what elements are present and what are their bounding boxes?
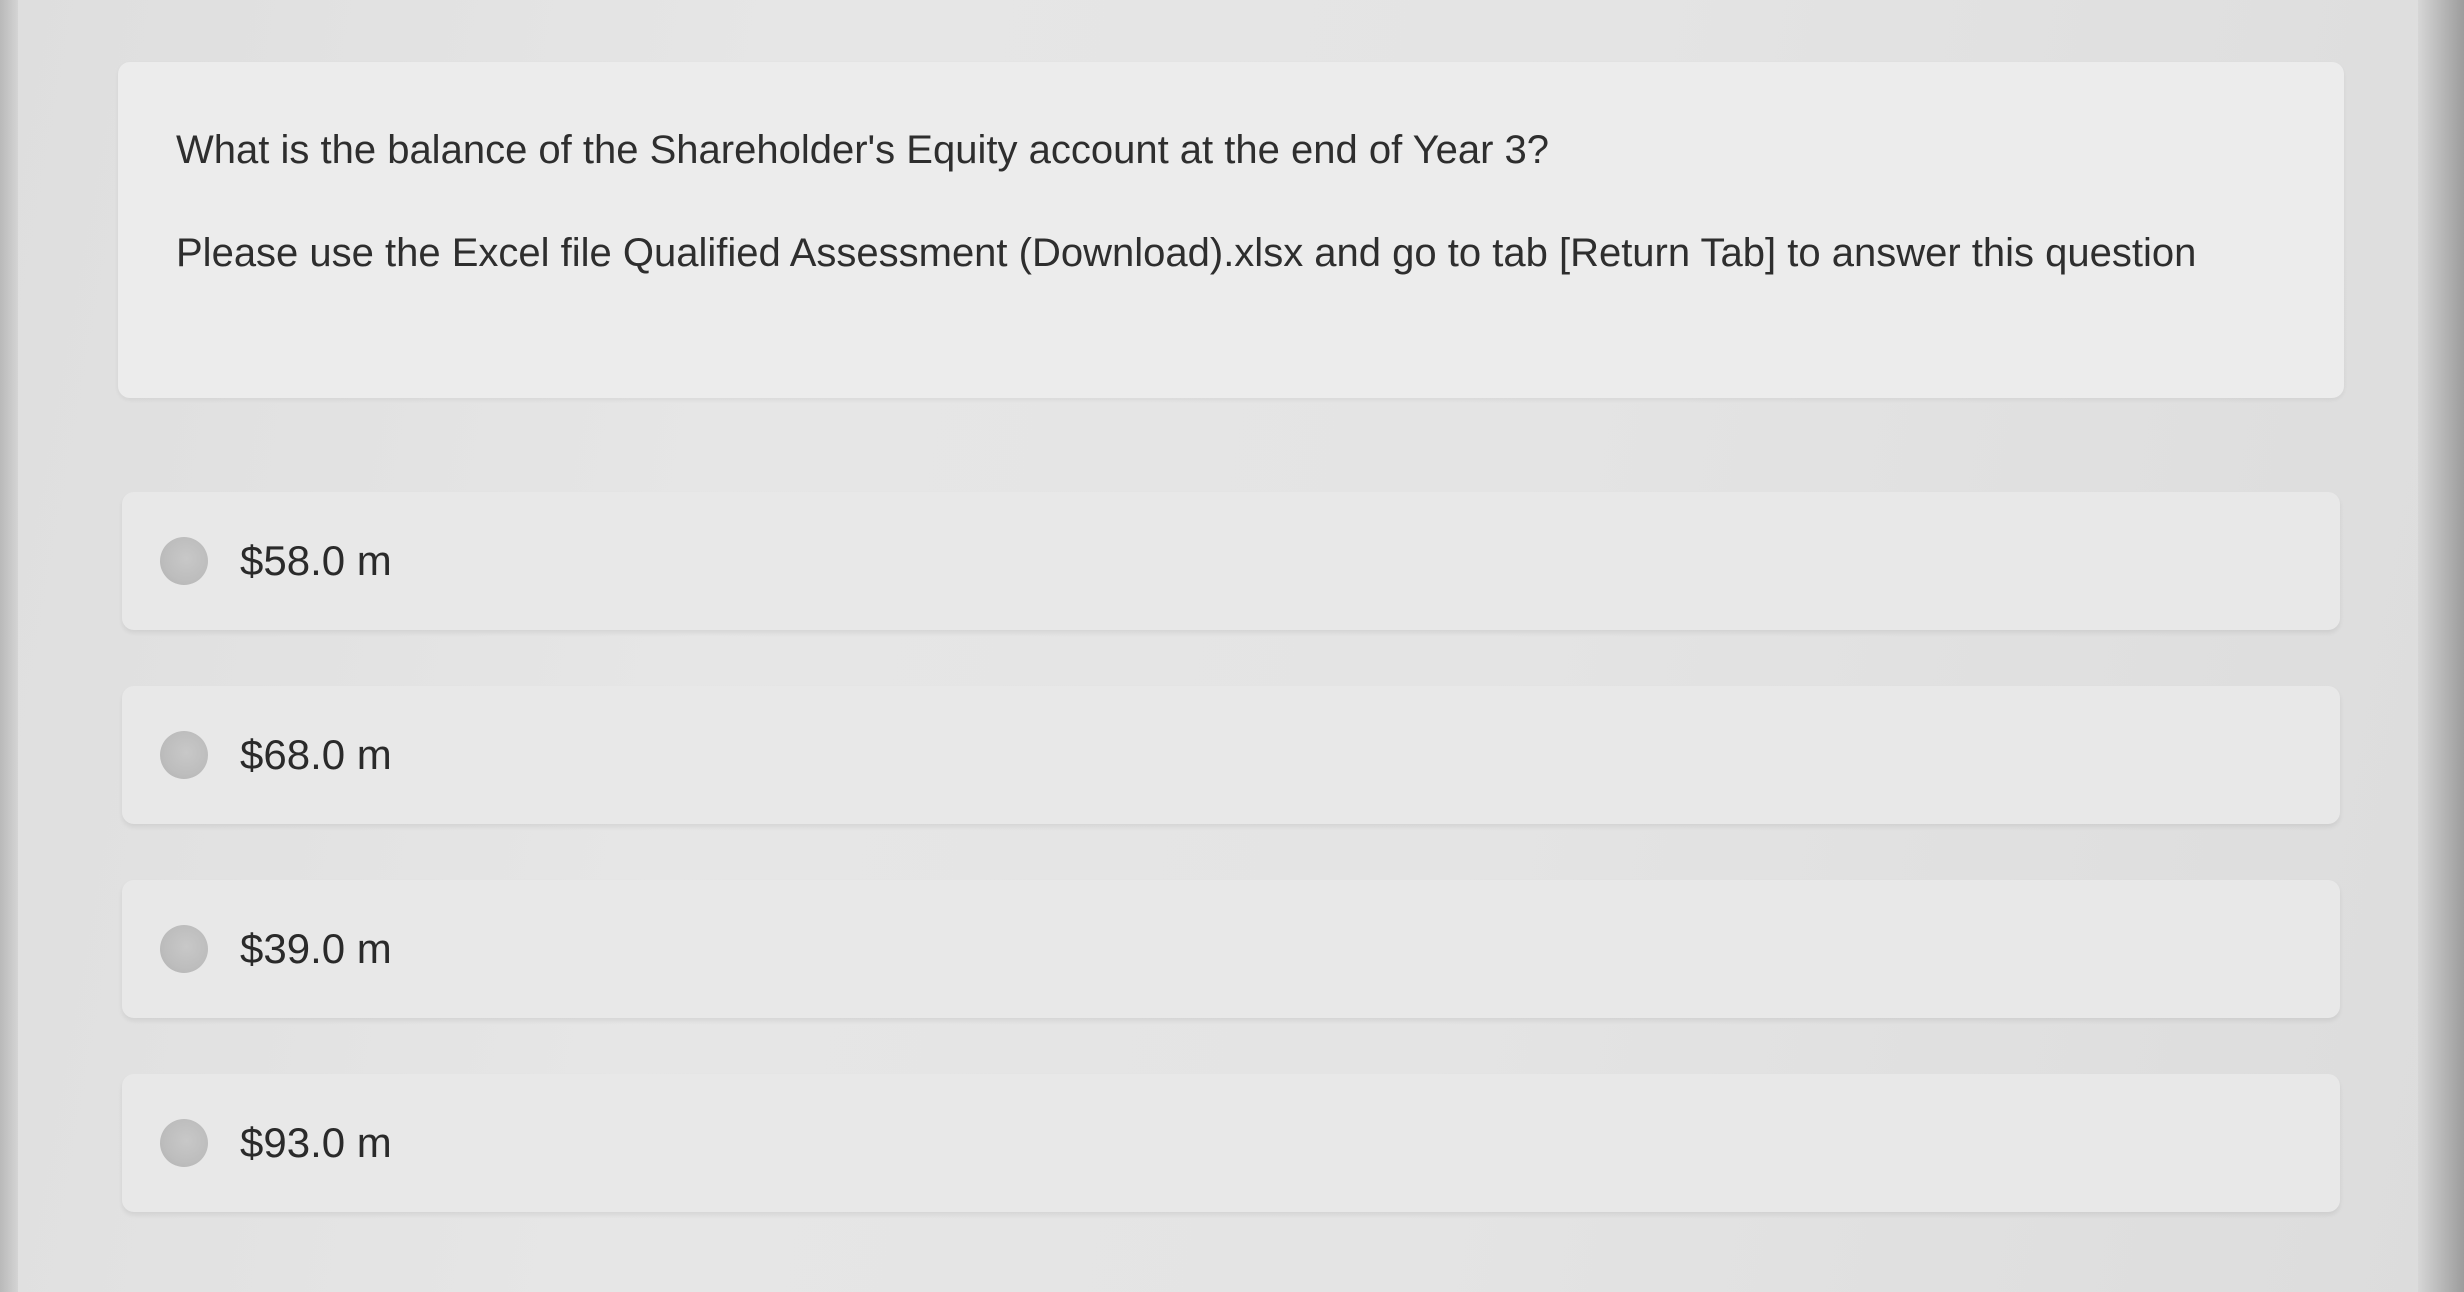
answer-option-3[interactable]: $39.0 m <box>122 880 2340 1018</box>
screen-left-edge <box>0 0 18 1292</box>
answer-option-label: $39.0 m <box>240 925 392 972</box>
answer-option-1[interactable]: $58.0 m <box>122 492 2340 630</box>
answer-option-4[interactable]: $93.0 m <box>122 1074 2340 1212</box>
question-card: What is the balance of the Shareholder's… <box>118 62 2344 398</box>
answer-option-label: $68.0 m <box>240 731 392 778</box>
radio-button[interactable] <box>160 1119 208 1167</box>
radio-button[interactable] <box>160 537 208 585</box>
answer-option-2[interactable]: $68.0 m <box>122 686 2340 824</box>
question-title: What is the balance of the Shareholder's… <box>176 128 1550 172</box>
screen-right-edge <box>2418 0 2464 1292</box>
question-instructions: Please use the Excel file Qualified Asse… <box>176 231 2197 275</box>
radio-button[interactable] <box>160 731 208 779</box>
answer-option-label: $58.0 m <box>240 537 392 584</box>
radio-button[interactable] <box>160 925 208 973</box>
answer-option-label: $93.0 m <box>240 1119 392 1166</box>
